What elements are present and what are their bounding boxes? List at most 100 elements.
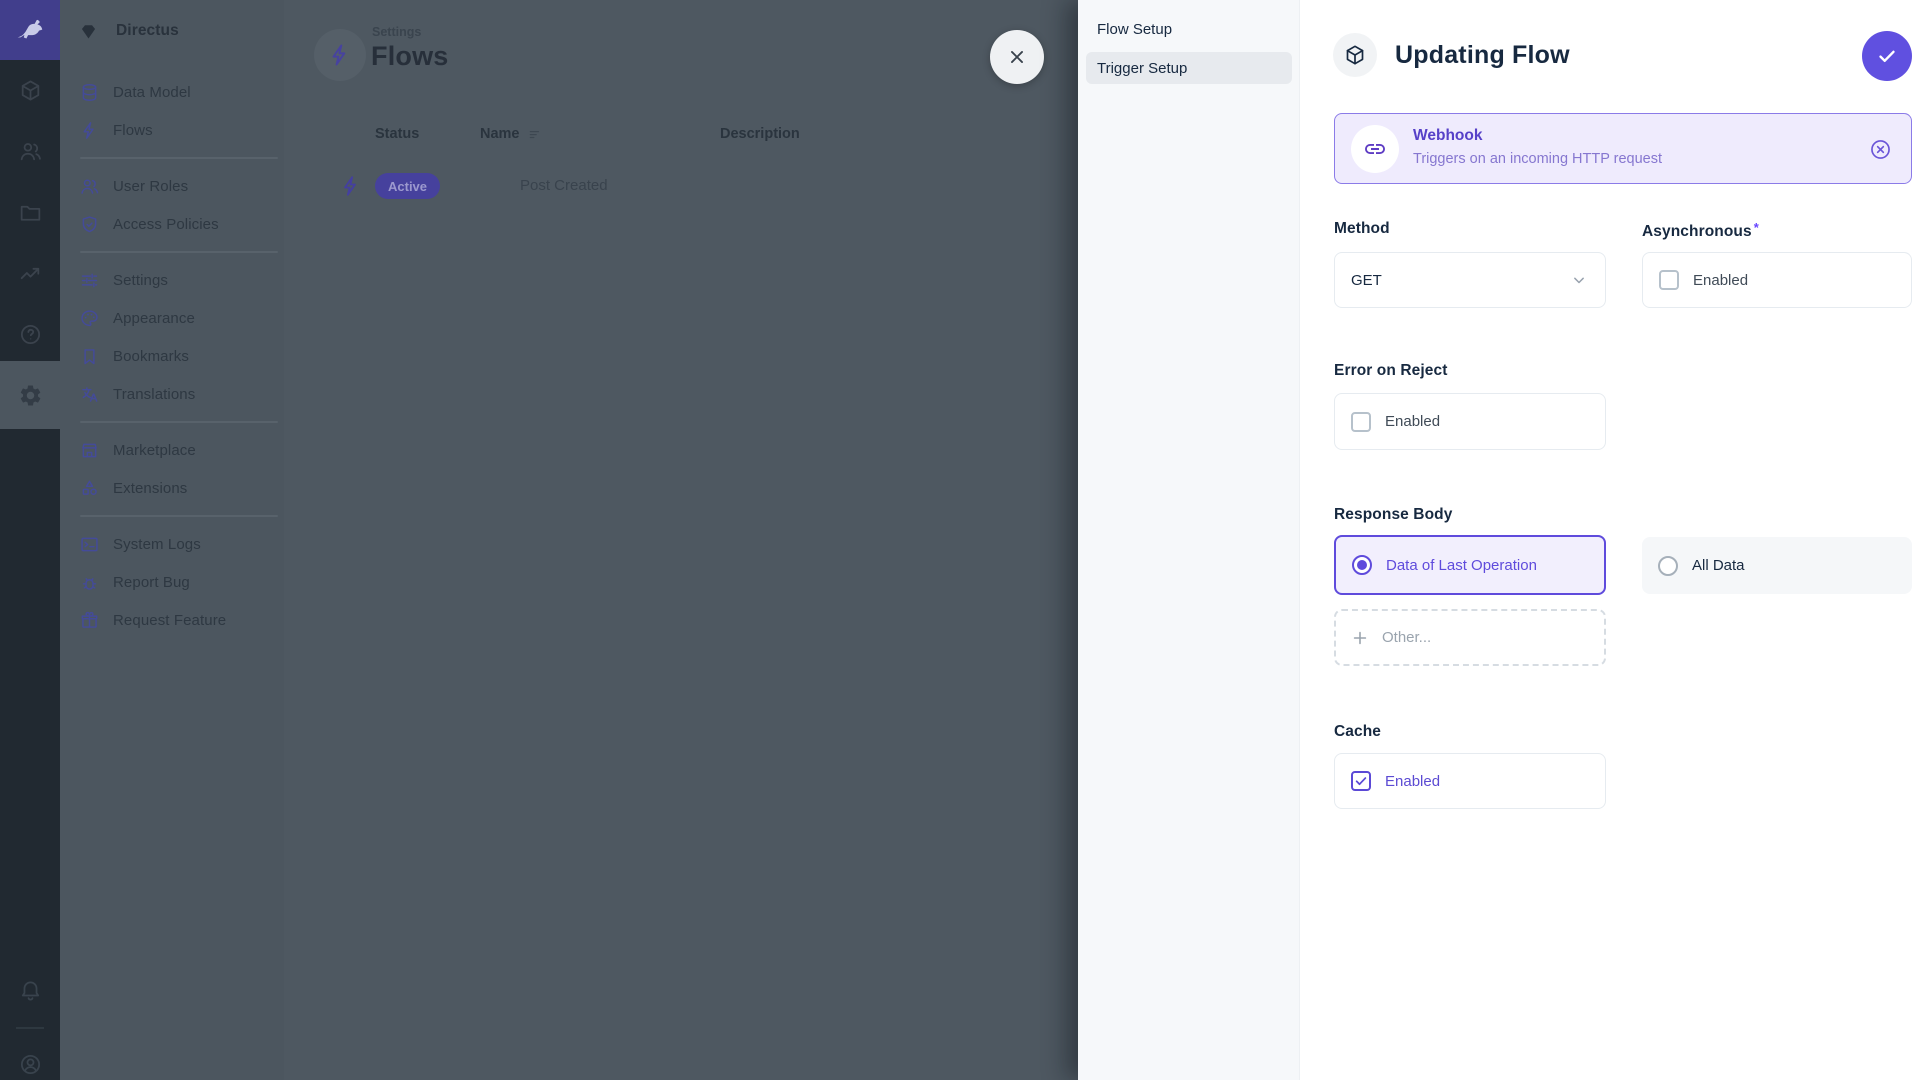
checkbox-unchecked-icon[interactable]	[1351, 412, 1371, 432]
checkbox-checked-icon[interactable]	[1351, 771, 1371, 791]
sidebar-item-label: Data Model	[113, 84, 191, 101]
page-title: Flows	[371, 41, 449, 72]
column-header-name-label: Name	[480, 126, 520, 142]
module-bar	[0, 0, 60, 1080]
sidebar-item-label: Extensions	[113, 480, 187, 497]
box-icon	[1343, 43, 1367, 67]
palette-icon	[79, 308, 100, 329]
checkbox-unchecked-icon[interactable]	[1659, 270, 1679, 290]
circled-x-icon	[1868, 137, 1893, 162]
directus-logo[interactable]	[0, 0, 60, 60]
module-files[interactable]	[0, 182, 60, 243]
sidebar-item-marketplace[interactable]: Marketplace	[60, 431, 284, 469]
updating-flow-drawer: Flow Setup Trigger Setup Updating Flow W…	[1078, 0, 1920, 1080]
drawer-title-icon-circle	[1333, 33, 1377, 77]
user-menu-button[interactable]	[0, 1039, 60, 1080]
sidebar-item-label: System Logs	[113, 536, 201, 553]
drawer-nav-trigger-setup[interactable]: Trigger Setup	[1086, 52, 1292, 84]
flow-row-name[interactable]: Post Created	[520, 177, 608, 194]
method-select[interactable]: GET	[1334, 252, 1606, 308]
error-on-reject-label: Error on Reject	[1334, 362, 1447, 380]
sidebar-item-report-bug[interactable]: Report Bug	[60, 563, 284, 601]
sort-icon	[528, 127, 542, 141]
flow-row-bolt-icon	[339, 174, 363, 198]
sidebar-item-extensions[interactable]: Extensions	[60, 469, 284, 507]
column-header-description[interactable]: Description	[720, 126, 800, 142]
column-header-status[interactable]: Status	[375, 126, 419, 142]
webhook-trigger-card[interactable]: Webhook Triggers on an incoming HTTP req…	[1334, 113, 1912, 184]
plus-icon	[1350, 628, 1370, 648]
sidebar-item-translations[interactable]: Translations	[60, 375, 284, 413]
chevron-down-icon	[1569, 270, 1589, 290]
response-body-other-option[interactable]: Other...	[1334, 609, 1606, 666]
divider	[16, 1027, 44, 1029]
asynchronous-checkbox-field[interactable]: Enabled	[1642, 252, 1912, 308]
asynchronous-label: Asynchronous*	[1642, 220, 1759, 241]
help-icon	[18, 322, 43, 347]
user-roles-icon	[79, 176, 100, 197]
sidebar-item-user-roles[interactable]: User Roles	[60, 167, 284, 205]
rabbit-logo-icon	[12, 12, 48, 48]
divider	[80, 251, 278, 253]
drawer-nav-flow-setup[interactable]: Flow Setup	[1086, 13, 1292, 45]
sidebar-item-access-policies[interactable]: Access Policies	[60, 205, 284, 243]
database-icon	[79, 82, 100, 103]
other-option-label: Other...	[1382, 629, 1431, 646]
drawer-content: Updating Flow Webhook Triggers on an inc…	[1300, 0, 1920, 1080]
sidebar-item-label: Appearance	[113, 310, 195, 327]
notifications-bell-icon	[18, 978, 43, 1003]
translate-icon	[79, 384, 100, 405]
main-content: Settings Flows Status Name Description A…	[284, 0, 1078, 1080]
radio-selected-icon[interactable]	[1352, 555, 1372, 575]
sidebar-item-system-logs[interactable]: System Logs	[60, 525, 284, 563]
gift-icon	[79, 610, 100, 631]
terminal-icon	[79, 534, 100, 555]
sidebar-item-appearance[interactable]: Appearance	[60, 299, 284, 337]
module-settings[interactable]	[0, 361, 60, 429]
radio-option-label: All Data	[1692, 557, 1745, 574]
response-body-option-data-of-last-operation[interactable]: Data of Last Operation	[1334, 535, 1606, 595]
module-help[interactable]	[0, 304, 60, 365]
response-body-option-all-data[interactable]: All Data	[1642, 537, 1912, 594]
module-insights[interactable]	[0, 243, 60, 304]
sidebar-item-flows[interactable]: Flows	[60, 111, 284, 149]
radio-unselected-icon[interactable]	[1658, 556, 1678, 576]
response-body-label: Response Body	[1334, 506, 1452, 524]
divider	[80, 421, 278, 423]
sidebar-item-request-feature[interactable]: Request Feature	[60, 601, 284, 639]
remove-trigger-button[interactable]	[1868, 137, 1893, 162]
avatar-icon	[18, 1052, 43, 1077]
drawer-close-button[interactable]	[990, 30, 1044, 84]
column-header-name[interactable]: Name	[480, 126, 542, 142]
status-badge: Active	[375, 173, 440, 199]
box-icon	[18, 78, 43, 103]
insights-icon	[18, 261, 43, 286]
bookmark-icon	[79, 346, 100, 367]
error-on-reject-checkbox-field[interactable]: Enabled	[1334, 393, 1606, 450]
project-switcher[interactable]: Directus	[60, 0, 284, 62]
trigger-card-subtitle: Triggers on an incoming HTTP request	[1413, 151, 1662, 167]
close-icon	[1006, 46, 1028, 68]
breadcrumb[interactable]: Settings	[372, 25, 421, 39]
folder-icon	[18, 200, 43, 225]
sidebar-item-bookmarks[interactable]: Bookmarks	[60, 337, 284, 375]
sidebar-item-label: Marketplace	[113, 442, 196, 459]
flows-header-icon-circle	[314, 29, 366, 81]
error-on-reject-enabled-label: Enabled	[1385, 413, 1440, 430]
sidebar-item-settings[interactable]: Settings	[60, 261, 284, 299]
save-button[interactable]	[1862, 31, 1912, 81]
cache-label: Cache	[1334, 723, 1381, 741]
check-icon	[1875, 44, 1899, 68]
module-content[interactable]	[0, 60, 60, 121]
link-icon	[1363, 137, 1387, 161]
sidebar-item-label: Translations	[113, 386, 195, 403]
cache-checkbox-field[interactable]: Enabled	[1334, 753, 1606, 809]
drawer-title: Updating Flow	[1395, 41, 1570, 70]
sidebar-item-label: Flows	[113, 122, 153, 139]
divider	[80, 157, 278, 159]
module-users[interactable]	[0, 121, 60, 182]
sidebar-item-label: Bookmarks	[113, 348, 189, 365]
sidebar-item-label: Report Bug	[113, 574, 190, 591]
sidebar-item-data-model[interactable]: Data Model	[60, 73, 284, 111]
notifications-button[interactable]	[0, 965, 60, 1015]
